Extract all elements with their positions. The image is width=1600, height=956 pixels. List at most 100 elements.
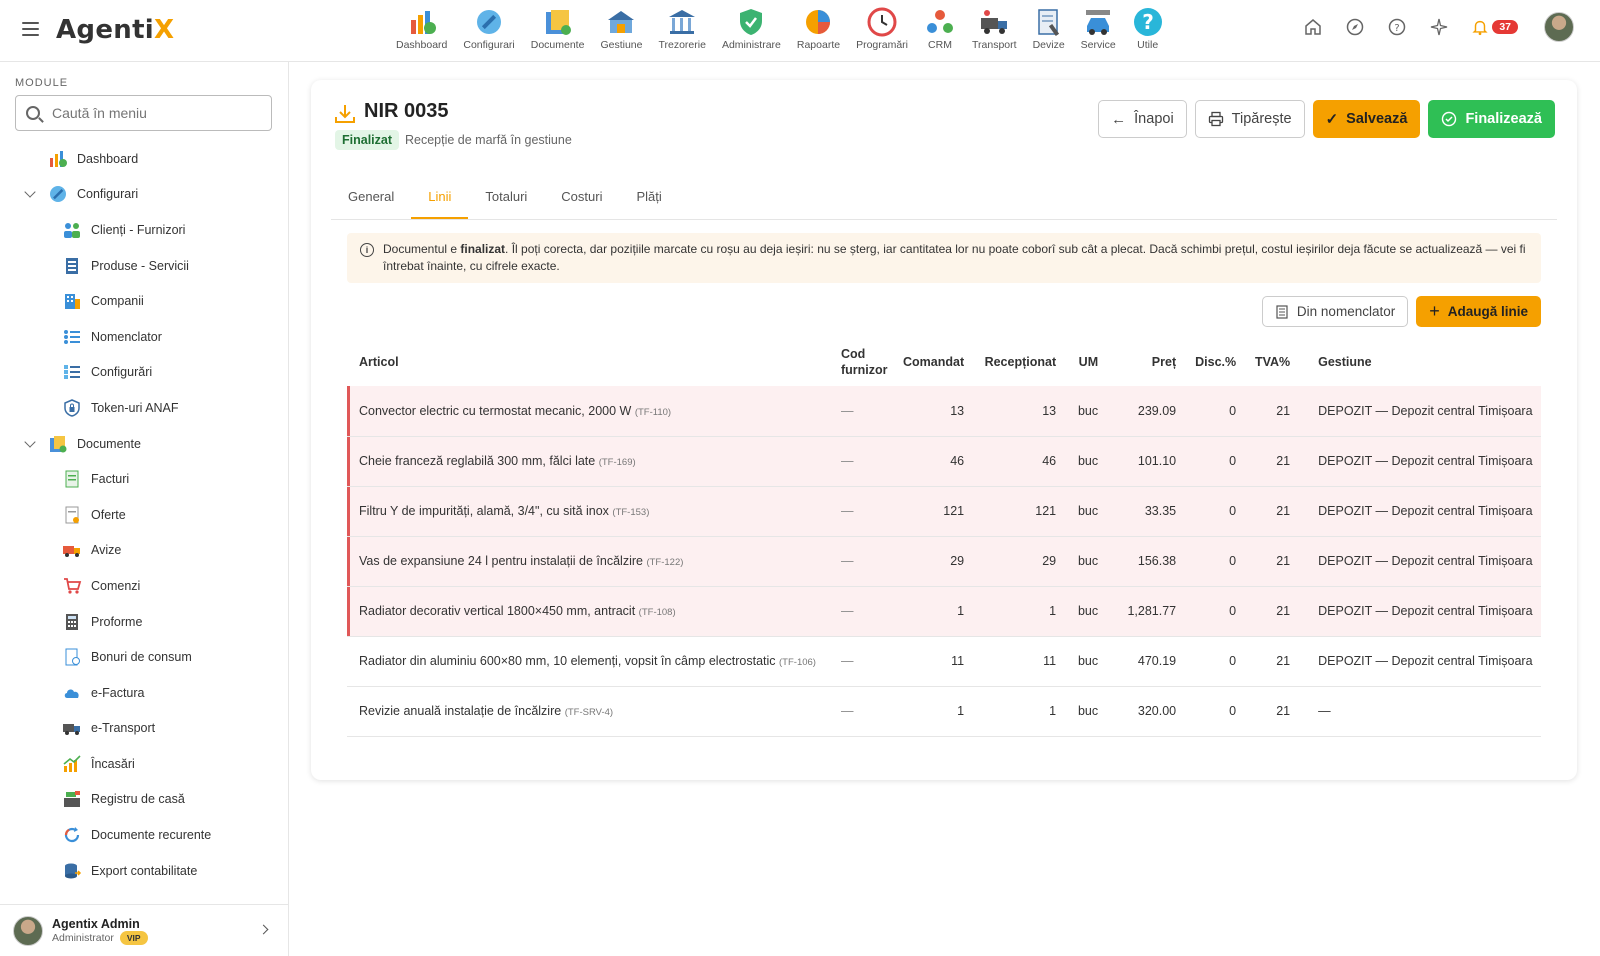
sidebar-item-nomenclator[interactable]: Nomenclator (0, 319, 289, 355)
sidebar-item-e-factura[interactable]: e-Factura (0, 675, 289, 711)
app-logo[interactable]: AgentiX (56, 15, 174, 45)
table-row[interactable]: Convector electric cu termostat mecanic,… (347, 386, 1541, 437)
compass-icon[interactable] (1345, 17, 1365, 37)
tab-costuri[interactable]: Costuri (544, 178, 619, 219)
save-button[interactable]: ✓ Salvează (1312, 100, 1421, 138)
col-ordered[interactable]: Comandat (897, 338, 970, 386)
tab-plati[interactable]: Plăți (619, 178, 678, 219)
sidebar-item-companii[interactable]: Companii (0, 283, 289, 319)
finalize-button[interactable]: Finalizează (1428, 100, 1555, 138)
sidebar-item-proforme[interactable]: Proforme (0, 604, 289, 640)
cell-supplier-code: — (835, 686, 897, 737)
module-crm[interactable]: CRM (916, 6, 964, 51)
table-row[interactable]: Vas de expansiune 24 l pentru instalații… (347, 536, 1541, 587)
cell-warehouse: DEPOZIT — Depozit central Timișoara (1296, 636, 1541, 687)
estimate-icon (1037, 9, 1059, 37)
col-discount[interactable]: Disc.% (1182, 338, 1242, 386)
sidebar-item-facturi[interactable]: Facturi (0, 461, 289, 497)
plus-icon: + (1429, 301, 1440, 321)
recurring-icon (64, 827, 80, 843)
module-utile[interactable]: ? Utile (1124, 6, 1172, 51)
sidebar-user-profile[interactable]: Agentix Admin Administrator VIP (0, 904, 289, 956)
wrench-icon (50, 186, 66, 203)
cell-article: Cheie franceză reglabilă 300 mm, fălci l… (347, 436, 835, 487)
user-name: Agentix Admin (52, 916, 140, 931)
module-administrare[interactable]: Administrare (714, 6, 789, 51)
cell-ordered: 121 (897, 486, 971, 537)
add-line-button[interactable]: + Adaugă linie (1416, 296, 1541, 327)
sidebar-item-e-transport[interactable]: e-Transport (0, 711, 289, 747)
sidebar-item-clienti-furnizori[interactable]: Clienți - Furnizori (0, 212, 289, 248)
user-avatar[interactable] (1544, 12, 1574, 42)
module-trezorerie[interactable]: Trezorerie (650, 6, 713, 51)
hamburger-menu-icon[interactable] (22, 22, 39, 36)
table-row[interactable]: Radiator decorativ vertical 1800×450 mm,… (347, 586, 1541, 637)
table-row[interactable]: Revizie anuală instalație de încălzire (… (347, 686, 1541, 737)
article-code: (TF-108) (638, 607, 676, 618)
cell-article: Vas de expansiune 24 l pentru instalații… (347, 536, 835, 587)
menu-search[interactable] (15, 95, 272, 131)
documents-icon (50, 435, 67, 453)
tab-general[interactable]: General (331, 178, 411, 219)
col-price[interactable]: Preț (1104, 338, 1182, 386)
sidebar-item-produse-servicii[interactable]: Produse - Servicii (0, 248, 289, 284)
menu-search-input[interactable] (52, 105, 252, 121)
cash-register-icon (64, 791, 80, 808)
table-row[interactable]: Radiator din aluminiu 600×80 mm, 10 elem… (347, 636, 1541, 687)
user-role: Administrator VIP (52, 930, 148, 945)
sidebar-item-avize[interactable]: Avize (0, 533, 289, 569)
check-circle-icon (1442, 111, 1457, 127)
sidebar-item-comenzi[interactable]: Comenzi (0, 568, 289, 604)
sidebar-item-configurari[interactable]: Configurari (0, 177, 289, 213)
module-gestiune[interactable]: Gestiune (592, 6, 650, 51)
module-devize[interactable]: Devize (1025, 6, 1073, 51)
chevron-right-icon[interactable] (258, 924, 269, 935)
tab-totaluri[interactable]: Totaluri (468, 178, 544, 219)
module-rapoarte[interactable]: Rapoarte (789, 6, 848, 51)
article-code: (TF-122) (646, 557, 684, 568)
sidebar-item-incasari[interactable]: Încasări (0, 746, 289, 782)
col-article[interactable]: Articol (347, 338, 835, 386)
chevron-down-icon[interactable] (24, 438, 36, 450)
cell-received: 29 (970, 536, 1063, 587)
col-warehouse[interactable]: Gestiune (1296, 338, 1541, 386)
table-row[interactable]: Cheie franceză reglabilă 300 mm, fălci l… (347, 436, 1541, 487)
home-icon[interactable] (1303, 17, 1323, 37)
cell-vat: 21 (1242, 486, 1297, 537)
sidebar-title: MODULE (15, 77, 69, 89)
sparkle-icon[interactable] (1429, 17, 1449, 37)
module-documente[interactable]: Documente (523, 6, 593, 51)
sidebar-item-documente[interactable]: Documente (0, 426, 289, 462)
module-programari[interactable]: Programări (848, 6, 916, 51)
cell-vat: 21 (1242, 636, 1297, 687)
col-vat[interactable]: TVA% (1242, 338, 1296, 386)
from-catalog-button[interactable]: Din nomenclator (1261, 296, 1409, 327)
sidebar-item-configurari-sub[interactable]: Configurări (0, 355, 289, 391)
module-service[interactable]: Service (1073, 6, 1124, 51)
module-configurari[interactable]: Configurari (455, 6, 522, 51)
help-circle-icon[interactable]: ? (1387, 17, 1407, 37)
sidebar-item-oferte[interactable]: Oferte (0, 497, 289, 533)
tab-linii[interactable]: Linii (411, 178, 469, 219)
notifications[interactable]: 37 (1471, 18, 1518, 36)
back-button[interactable]: ← Înapoi (1098, 100, 1187, 138)
cell-ordered: 1 (897, 686, 971, 737)
check-icon: ✓ (1325, 111, 1339, 128)
col-supplier-code[interactable]: Cod furnizor (835, 338, 897, 386)
sidebar-item-export-contabilitate[interactable]: Export contabilitate (0, 853, 289, 889)
chevron-down-icon[interactable] (24, 188, 36, 200)
list-icon (64, 329, 80, 344)
help-icon: ? (1133, 8, 1162, 36)
table-row[interactable]: Filtru Y de impurități, alamă, 3/4", cu … (347, 486, 1541, 537)
sidebar-item-documente-recurente[interactable]: Documente recurente (0, 817, 289, 853)
col-received[interactable]: Recepționat (970, 338, 1062, 386)
sidebar-item-registru-de-casa[interactable]: Registru de casă (0, 782, 289, 818)
col-um[interactable]: UM (1062, 338, 1104, 386)
module-dashboard[interactable]: Dashboard (388, 6, 455, 51)
sidebar-item-token-uri-anaf[interactable]: Token-uri ANAF (0, 390, 289, 426)
sidebar-item-bonuri-de-consum[interactable]: Bonuri de consum (0, 639, 289, 675)
print-button[interactable]: Tipărește (1194, 100, 1305, 138)
sidebar-item-dashboard[interactable]: Dashboard (0, 141, 289, 177)
pie-chart-icon (806, 10, 831, 34)
module-transport[interactable]: Transport (964, 6, 1025, 51)
